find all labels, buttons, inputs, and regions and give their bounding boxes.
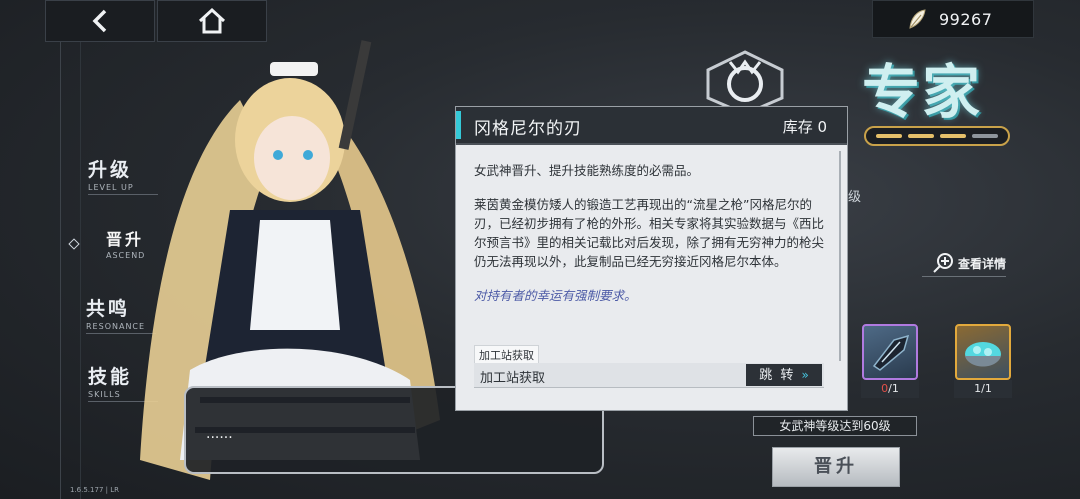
material-item-crystal-bowl[interactable]	[955, 324, 1011, 380]
crystal-bowl-icon	[965, 342, 1001, 367]
description-paragraph: 莱茵黄金模仿矮人的锻造工艺再现出的“流星之枪”冈格尼尔的刃，已经初步拥有了枪的外…	[474, 197, 825, 269]
divider	[922, 276, 1007, 277]
level-pip	[940, 134, 966, 138]
jump-label: 跳 转	[759, 368, 796, 383]
level-pip	[972, 134, 998, 138]
source-name: 加工站获取	[480, 371, 546, 386]
jump-button[interactable]: 跳 转 »	[746, 364, 822, 386]
difficulty-label: 专家	[862, 58, 983, 126]
blade-material-icon	[872, 334, 910, 371]
currency-display: 99267	[872, 0, 1034, 38]
popup-title: 冈格尼尔的刃	[474, 119, 582, 139]
popup-scrollbar[interactable]	[839, 151, 841, 361]
material-count: 1/1	[954, 380, 1012, 398]
difficulty-level-bar	[864, 126, 1010, 146]
accent-bar	[456, 111, 461, 139]
home-icon	[198, 7, 226, 34]
level-pip	[908, 134, 934, 138]
version-label: 1.6.5.177 | LR	[70, 486, 119, 494]
source-header: 加工站获取	[474, 345, 539, 365]
material-item-gungnir-blade[interactable]	[862, 324, 918, 380]
feather-icon	[909, 9, 926, 29]
back-button[interactable]	[45, 0, 155, 42]
home-button[interactable]	[157, 0, 267, 42]
ascend-button[interactable]: 晋升	[772, 447, 900, 487]
level-pip	[876, 134, 902, 138]
flavor-text: 对持有者的幸运有强制要求。	[474, 288, 637, 303]
view-detail-label: 查看详情	[958, 256, 1007, 271]
chevron-left-icon	[92, 9, 107, 33]
dialogue-text: ......	[206, 426, 233, 442]
popup-description: 女武神晋升、提升技能熟练度的必需品。 莱茵黄金模仿矮人的锻造工艺再现出的“流星之…	[474, 161, 830, 320]
ascend-requirement: 女武神等级达到60级	[753, 416, 917, 436]
material-needed: /1	[888, 382, 899, 395]
zoom-in-icon	[933, 253, 953, 273]
partial-text: 级	[848, 190, 862, 205]
divider	[80, 0, 81, 499]
currency-value: 99267	[939, 9, 993, 29]
description-paragraph: 女武神晋升、提升技能熟练度的必需品。	[474, 163, 700, 178]
item-info-popup: 冈格尼尔的刃 库存 0 女武神晋升、提升技能熟练度的必需品。 莱茵黄金模仿矮人的…	[455, 106, 848, 411]
popup-header: 冈格尼尔的刃 库存 0	[456, 107, 847, 145]
divider	[60, 0, 61, 499]
source-row: 加工站获取 跳 转 »	[474, 363, 824, 388]
view-detail-button[interactable]: 查看详情	[922, 252, 1007, 277]
stock-count: 库存 0	[782, 118, 827, 136]
material-count: 0/1	[861, 380, 919, 398]
double-chevron-right-icon: »	[801, 368, 809, 382]
